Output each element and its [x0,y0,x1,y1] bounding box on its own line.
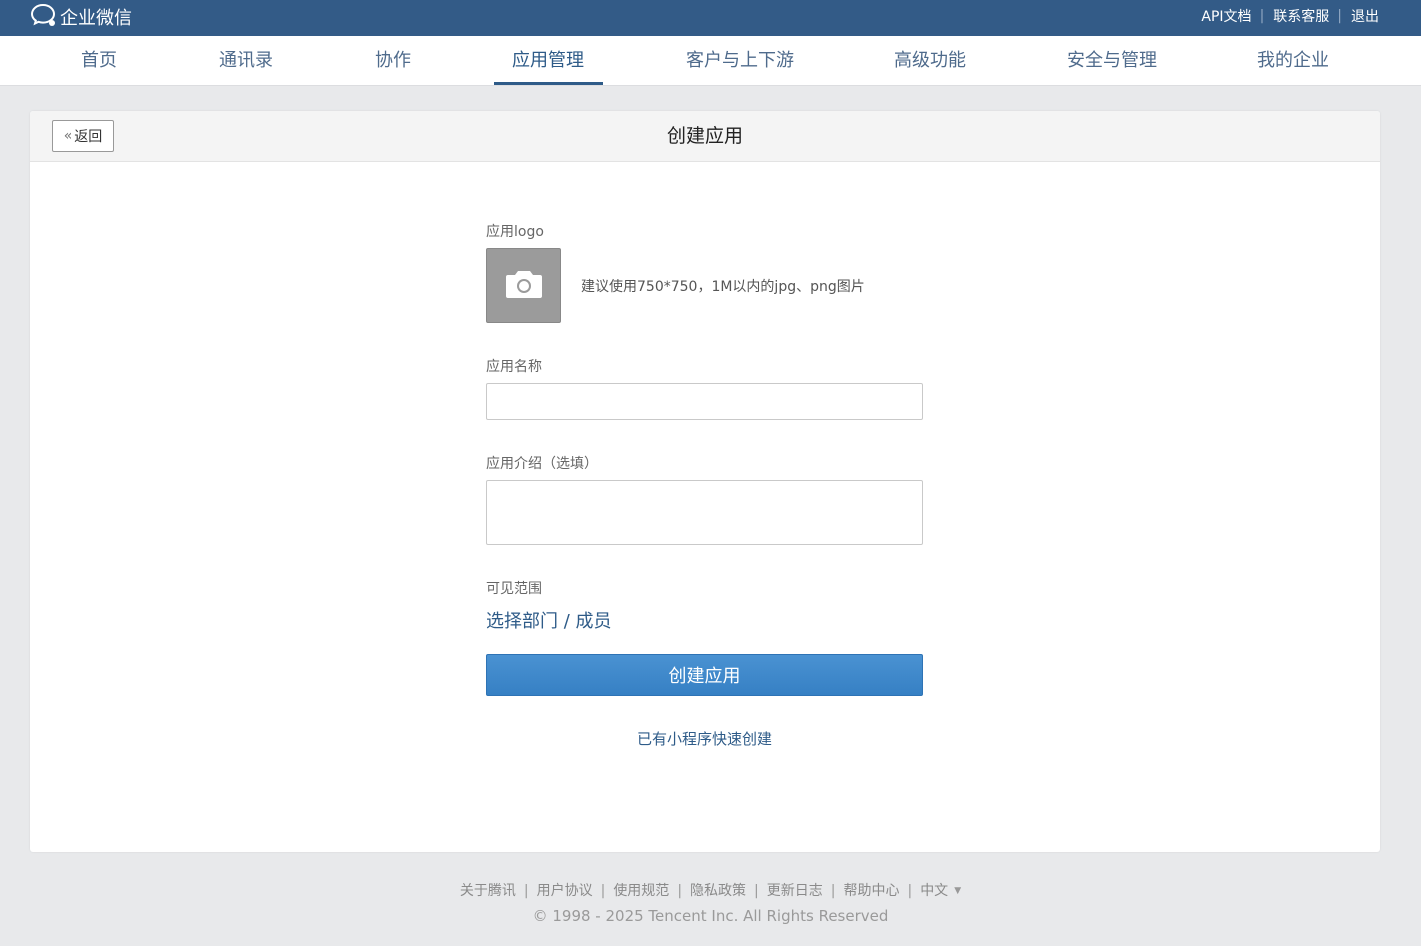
main-nav: 首页 通讯录 协作 应用管理 客户与上下游 高级功能 安全与管理 我的企业 [0,36,1421,86]
app-intro-textarea[interactable] [486,480,923,545]
footer-links: 关于腾讯 | 用户协议 | 使用规范 | 隐私政策 | 更新日志 | 帮助中心 | 中文 ▼ [0,880,1421,900]
mini-program-create-link[interactable]: 已有小程序快速创建 [486,728,923,749]
app-intro-label: 应用介绍（选填） [486,456,598,472]
logo-text: 企业微信 [60,8,132,29]
create-app-card: 创建应用 « 返回 应用logo 建议使用750*750，1M以内的jpg、pn… [30,111,1380,852]
tab-collaboration[interactable]: 协作 [375,36,411,86]
camera-icon [505,269,543,303]
back-button[interactable]: « 返回 [52,120,114,152]
app-name-input[interactable] [486,383,923,420]
tab-home[interactable]: 首页 [81,36,117,86]
active-tab-indicator [494,82,603,85]
footer-link-agreement[interactable]: 用户协议 [537,883,593,899]
divider: | [754,883,759,899]
footer-link-privacy[interactable]: 隐私政策 [690,883,746,899]
divider: | [907,883,913,899]
tab-contacts[interactable]: 通讯录 [219,36,273,86]
divider: | [1337,8,1342,24]
copyright: © 1998 - 2025 Tencent Inc. All Rights Re… [532,907,889,925]
tab-customers[interactable]: 客户与上下游 [686,36,794,86]
app-logo-label: 应用logo [486,224,544,240]
footer-link-rules[interactable]: 使用规范 [613,883,669,899]
contact-support-link[interactable]: 联系客服 [1273,6,1329,26]
double-chevron-left-icon: « [63,128,73,144]
select-departments-members-link[interactable]: 选择部门 / 成员 [486,607,612,633]
language-label: 中文 [920,883,949,899]
logo-upload-button[interactable] [486,248,561,323]
logout-link[interactable]: 退出 [1351,6,1379,26]
tab-security[interactable]: 安全与管理 [1067,36,1157,86]
top-bar: 企业微信 API文档 | 联系客服 | 退出 [0,0,1421,36]
page-title: 创建应用 [666,125,743,147]
visibility-scope-label: 可见范围 [486,581,542,597]
card-header: 创建应用 « 返回 [30,111,1380,162]
back-label: 返回 [74,129,103,145]
tab-advanced[interactable]: 高级功能 [894,36,966,86]
top-links: API文档 | 联系客服 | 退出 [1201,0,1379,32]
divider: | [523,883,529,899]
footer-link-changelog[interactable]: 更新日志 [767,883,823,899]
divider: | [830,883,836,899]
triangle-down-icon: ▼ [954,886,962,896]
logo[interactable]: 企业微信 [30,2,132,32]
api-docs-link[interactable]: API文档 [1201,6,1251,26]
tab-my-enterprise[interactable]: 我的企业 [1257,36,1329,86]
create-app-button[interactable]: 创建应用 [486,654,923,696]
divider: | [1259,8,1265,24]
logo-hint: 建议使用750*750，1M以内的jpg、png图片 [581,279,865,295]
footer-link-help[interactable]: 帮助中心 [843,883,899,899]
footer-link-about[interactable]: 关于腾讯 [460,883,516,899]
wecom-logo-icon [30,2,58,32]
tab-app-management[interactable]: 应用管理 [512,36,584,86]
language-selector[interactable]: 中文 ▼ [920,883,961,899]
divider: | [677,883,683,899]
app-name-label: 应用名称 [486,359,542,375]
divider: | [600,883,606,899]
